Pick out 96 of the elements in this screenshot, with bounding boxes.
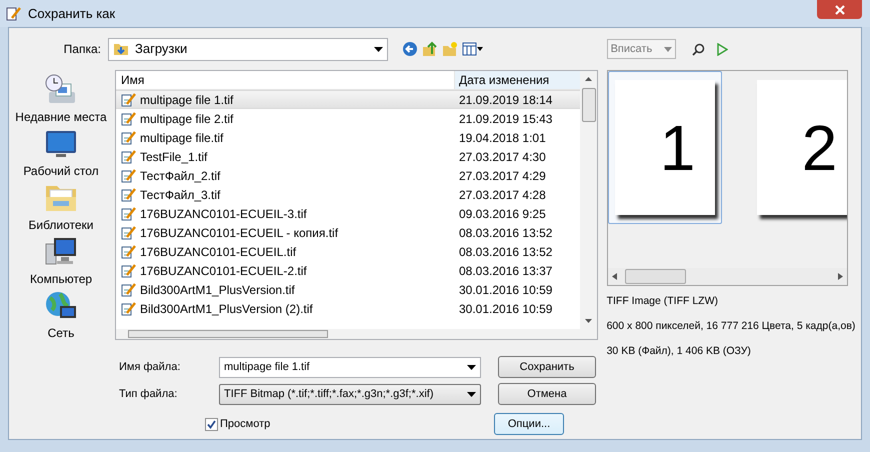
image-file-icon bbox=[121, 186, 137, 202]
file-date: 09.03.2016 9:25 bbox=[458, 206, 546, 222]
file-name: ТестФайл_3.tif bbox=[140, 186, 220, 204]
edit-document-icon bbox=[6, 6, 22, 22]
fit-dropdown[interactable]: Вписать bbox=[606, 39, 676, 59]
close-button[interactable] bbox=[817, 0, 862, 19]
file-row[interactable]: TestFile_1.tif 27.03.2017 4:30 bbox=[116, 147, 580, 166]
folder-label: Папка: bbox=[62, 41, 102, 58]
close-icon bbox=[834, 4, 844, 14]
file-date: 30.01.2016 10:59 bbox=[458, 282, 552, 298]
up-folder-icon[interactable] bbox=[422, 41, 438, 57]
monitor-icon bbox=[44, 128, 78, 160]
image-file-icon bbox=[121, 148, 137, 164]
vertical-scrollbar[interactable] bbox=[580, 71, 597, 329]
file-name: Bild300ArtM1_PlusVersion (2).tif bbox=[140, 300, 313, 318]
file-row[interactable]: 176BUZANC0101-ECUEIL - копия.tif 08.03.2016 13:52 bbox=[116, 223, 580, 242]
file-row[interactable]: 176BUZANC0101-ECUEIL-2.tif 08.03.2016 13:37 bbox=[116, 261, 580, 280]
place-item[interactable]: Недавние места bbox=[15, 108, 107, 126]
file-name: multipage file 2.tif bbox=[140, 110, 234, 128]
file-name: 176BUZANC0101-ECUEIL-2.tif bbox=[140, 262, 307, 280]
file-row[interactable]: ТестФайл_2.tif 27.03.2017 4:29 bbox=[116, 166, 580, 185]
dropdown-arrow-icon bbox=[374, 46, 383, 52]
scroll-thumb[interactable] bbox=[624, 269, 686, 284]
back-icon[interactable] bbox=[402, 41, 418, 57]
image-file-icon bbox=[121, 224, 137, 240]
filetype-dropdown[interactable]: TIFF Bitmap (*.tif;*.tiff;*.fax;*.g3n;*.g3f;*.xif) bbox=[219, 384, 481, 404]
file-date: 27.03.2017 4:29 bbox=[458, 168, 546, 184]
save-button[interactable]: Сохранить bbox=[498, 356, 596, 378]
file-name: 176BUZANC0101-ECUEIL.tif bbox=[140, 244, 296, 260]
image-file-icon bbox=[121, 300, 137, 316]
file-name: multipage file.tif bbox=[140, 130, 224, 146]
file-row[interactable]: multipage file 1.tif 21.09.2019 18:14 bbox=[116, 90, 580, 109]
image-info: 30 KB (Файл), 1 406 KB (ОЗУ) bbox=[606, 344, 751, 358]
file-date: 27.03.2017 4:28 bbox=[458, 186, 546, 204]
dropdown-arrow-icon bbox=[467, 392, 476, 396]
file-date: 30.01.2016 10:59 bbox=[458, 300, 552, 318]
image-info: TIFF Image (TIFF LZW) bbox=[606, 294, 718, 309]
place-item[interactable]: Библиотеки bbox=[28, 216, 94, 234]
options-button[interactable]: Опции... bbox=[494, 413, 564, 435]
file-row[interactable]: 176BUZANC0101-ECUEIL.tif 08.03.2016 13:52 bbox=[116, 242, 580, 261]
file-name: 176BUZANC0101-ECUEIL - копия.tif bbox=[140, 224, 338, 242]
file-date: 08.03.2016 13:52 bbox=[458, 244, 552, 260]
filename-field[interactable]: multipage file 1.tif bbox=[219, 356, 481, 378]
image-file-icon bbox=[121, 262, 137, 278]
image-file-icon bbox=[121, 110, 137, 126]
image-file-icon bbox=[121, 244, 137, 260]
image-info: 600 x 800 пикселей, 16 777 216 Цвета, 5 кадр(а,ов) bbox=[606, 318, 856, 334]
scroll-right-icon[interactable] bbox=[838, 273, 843, 280]
filetype-label: Тип файла: bbox=[119, 386, 178, 402]
file-name: multipage file 1.tif bbox=[140, 92, 234, 108]
clock-folder-icon bbox=[44, 74, 78, 106]
file-date: 19.04.2018 1:01 bbox=[458, 130, 546, 146]
page-thumbnail[interactable]: 1 bbox=[608, 71, 722, 224]
image-file-icon bbox=[121, 92, 137, 108]
filename-label: Имя файла: bbox=[119, 360, 182, 375]
file-name: ТестФайл_2.tif bbox=[140, 168, 220, 184]
image-file-icon bbox=[121, 130, 137, 146]
file-row[interactable]: multipage file.tif 19.04.2018 1:01 bbox=[116, 128, 580, 147]
file-row[interactable]: Bild300ArtM1_PlusVersion (2).tif 30.01.2016 10:59 bbox=[116, 299, 580, 318]
checkbox-label[interactable]: Просмотр bbox=[220, 416, 270, 432]
file-row[interactable]: 176BUZANC0101-ECUEIL-3.tif 09.03.2016 9:25 bbox=[116, 204, 580, 223]
file-name: Bild300ArtM1_PlusVersion.tif bbox=[140, 282, 295, 298]
page-number: 1 bbox=[658, 116, 696, 180]
scroll-thumb[interactable] bbox=[582, 88, 596, 122]
cancel-button[interactable]: Отмена bbox=[498, 383, 596, 405]
file-date: 21.09.2019 15:43 bbox=[458, 110, 552, 128]
file-date: 21.09.2019 18:14 bbox=[458, 92, 552, 108]
window-title: Сохранить как bbox=[28, 4, 116, 23]
horizontal-scrollbar[interactable] bbox=[116, 329, 597, 339]
image-file-icon bbox=[121, 282, 137, 298]
file-row[interactable]: multipage file 2.tif 21.09.2019 15:43 bbox=[116, 109, 580, 128]
scroll-left-icon[interactable] bbox=[612, 273, 617, 280]
file-name: TestFile_1.tif bbox=[140, 148, 208, 166]
place-item[interactable]: Сеть bbox=[48, 324, 74, 342]
file-row[interactable]: Bild300ArtM1_PlusVersion.tif 30.01.2016 10:59 bbox=[116, 280, 580, 299]
download-folder-icon bbox=[113, 41, 129, 57]
checkbox[interactable] bbox=[205, 418, 218, 430]
play-icon[interactable] bbox=[716, 42, 728, 56]
file-date: 08.03.2016 13:37 bbox=[458, 262, 552, 280]
column-header[interactable]: Дата изменения bbox=[455, 71, 580, 89]
view-menu-icon[interactable] bbox=[462, 42, 484, 56]
search-icon[interactable] bbox=[692, 42, 705, 56]
image-file-icon bbox=[121, 168, 137, 184]
place-item[interactable]: Рабочий стол bbox=[23, 162, 99, 180]
place-item[interactable]: Компьютер bbox=[30, 270, 92, 288]
folder-dropdown[interactable]: Загрузки bbox=[108, 38, 388, 60]
image-file-icon bbox=[121, 206, 137, 222]
page-number: 2 bbox=[800, 116, 838, 180]
scroll-thumb[interactable] bbox=[128, 330, 328, 338]
file-row[interactable]: ТестФайл_3.tif 27.03.2017 4:28 bbox=[116, 185, 580, 204]
dropdown-arrow-icon bbox=[467, 364, 476, 370]
file-name: 176BUZANC0101-ECUEIL-3.tif bbox=[140, 206, 307, 222]
dropdown-arrow-icon bbox=[664, 46, 672, 52]
file-date: 27.03.2017 4:30 bbox=[458, 148, 546, 166]
horizontal-scrollbar[interactable] bbox=[608, 268, 847, 285]
file-date: 08.03.2016 13:52 bbox=[458, 224, 552, 242]
